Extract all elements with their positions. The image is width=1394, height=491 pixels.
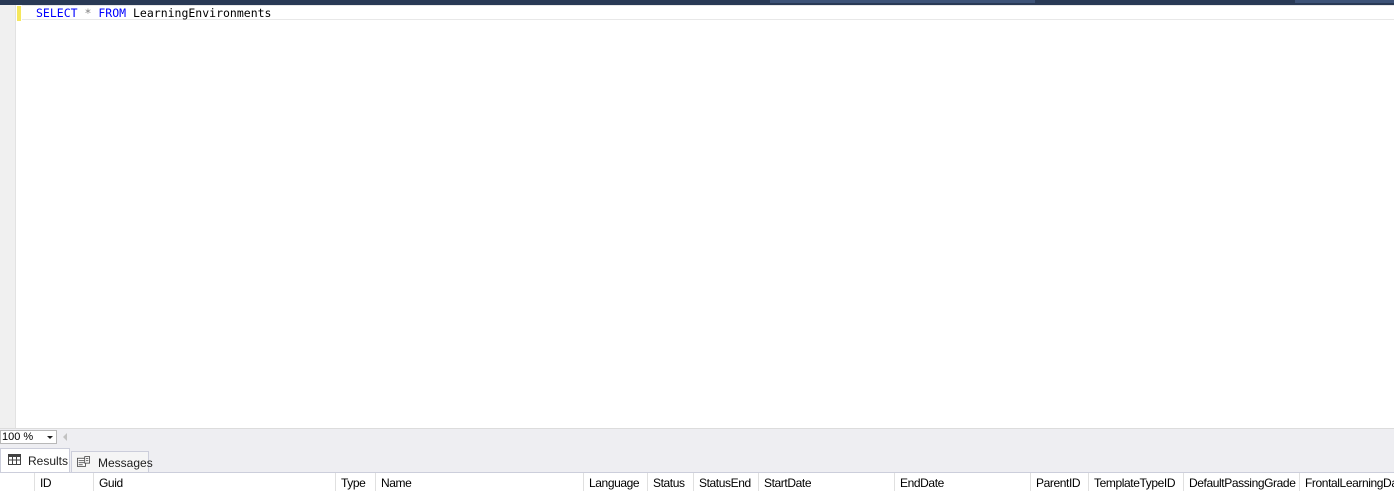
tab-results[interactable]: Results bbox=[0, 448, 70, 472]
column-header-defaultpassinggrade[interactable]: DefaultPassingGrade bbox=[1184, 473, 1300, 491]
editor-gutter bbox=[0, 5, 16, 428]
editor-status-bar: 100 % bbox=[0, 428, 1394, 445]
column-header-guid[interactable]: Guid bbox=[94, 473, 336, 491]
grid-icon bbox=[8, 454, 21, 465]
unsaved-change-marker bbox=[17, 6, 21, 21]
messages-icon bbox=[77, 456, 90, 467]
column-header-id[interactable]: ID bbox=[35, 473, 94, 491]
column-header-language[interactable]: Language bbox=[584, 473, 648, 491]
query-editor[interactable]: SELECT * FROM LearningEnvironments bbox=[0, 5, 1394, 428]
operator-star: * bbox=[84, 6, 92, 20]
results-pane-tabs: Results Messages bbox=[0, 445, 1394, 472]
tab-messages[interactable]: Messages bbox=[71, 451, 153, 472]
tab-results-label: Results bbox=[28, 454, 69, 468]
column-header-enddate[interactable]: EndDate bbox=[895, 473, 1031, 491]
code-line-1[interactable]: SELECT * FROM LearningEnvironments bbox=[36, 6, 271, 20]
keyword-select: SELECT bbox=[36, 6, 78, 20]
column-header-templatetypeid[interactable]: TemplateTypeID bbox=[1089, 473, 1184, 491]
chevron-down-icon[interactable] bbox=[47, 436, 53, 439]
column-header-frontallearningday[interactable]: FrontalLearningDay bbox=[1300, 473, 1394, 491]
table-name: LearningEnvironments bbox=[133, 6, 272, 20]
grid-row-header-corner[interactable] bbox=[0, 473, 35, 491]
column-header-statusend[interactable]: StatusEnd bbox=[694, 473, 759, 491]
document-tab[interactable] bbox=[1295, 0, 1394, 3]
column-header-parentid[interactable]: ParentID bbox=[1031, 473, 1089, 491]
column-header-startdate[interactable]: StartDate bbox=[759, 473, 895, 491]
scroll-left-arrow-icon[interactable] bbox=[63, 433, 67, 441]
column-header-name[interactable]: Name bbox=[376, 473, 584, 491]
zoom-value: 100 % bbox=[2, 431, 34, 443]
column-header-status[interactable]: Status bbox=[648, 473, 694, 491]
column-header-type[interactable]: Type bbox=[336, 473, 376, 491]
keyword-from: FROM bbox=[98, 6, 127, 20]
tab-messages-label: Messages bbox=[98, 456, 153, 470]
zoom-select[interactable]: 100 % bbox=[0, 430, 57, 444]
document-tab-active[interactable] bbox=[770, 0, 1035, 3]
results-grid[interactable]: ID Guid Type Name Language Status Status… bbox=[0, 472, 1394, 491]
